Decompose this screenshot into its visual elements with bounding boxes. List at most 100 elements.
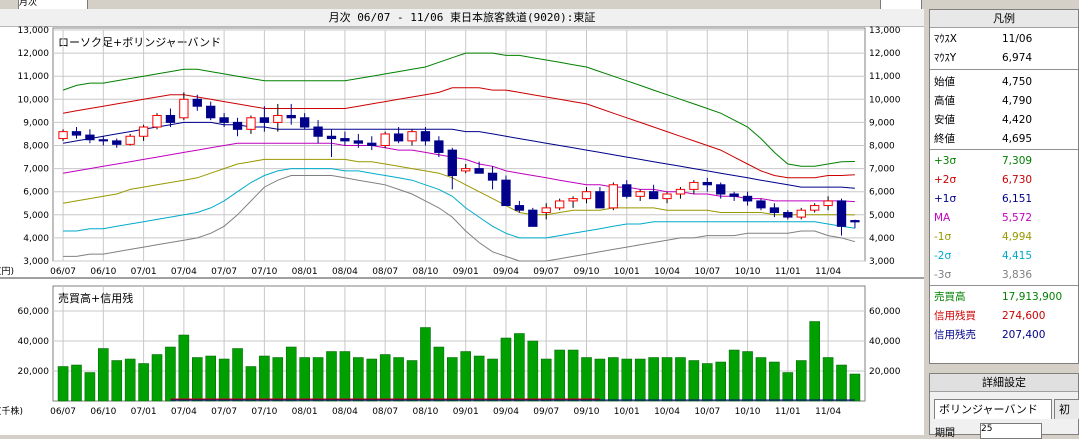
price-tick-right: 9,000	[869, 118, 895, 128]
volume-bar	[433, 346, 445, 402]
legend-header: 凡例	[930, 10, 1078, 28]
volume-bar	[111, 360, 123, 402]
price-tick-right: 8,000	[869, 142, 895, 152]
legend-row: +1σ 6,151	[930, 190, 1079, 209]
volume-bar	[540, 358, 552, 402]
legend-value: 4,994	[1002, 231, 1033, 243]
candle-body	[380, 133, 390, 146]
candle-body	[756, 200, 766, 209]
price-unit-label: (円)	[0, 266, 14, 277]
legend-key: 高値	[934, 95, 955, 107]
time-label-price: 08/01	[292, 267, 318, 277]
legend-value: 5,572	[1002, 212, 1033, 224]
price-tick-right: 10,000	[869, 95, 901, 105]
candle-body	[528, 209, 538, 227]
volume-unit-label: (千株)	[0, 405, 23, 417]
volume-bar	[514, 333, 525, 402]
volume-bar	[353, 357, 364, 402]
period-label: 期間	[935, 428, 955, 439]
price-tick-left: 13,000	[18, 26, 50, 36]
time-label-price: 09/01	[453, 267, 479, 277]
volume-bar	[782, 372, 794, 402]
volume-bar	[326, 351, 337, 402]
candle-body	[729, 193, 739, 197]
candle-body	[823, 200, 833, 207]
time-label-volume: 07/07	[211, 407, 237, 417]
volume-bar	[165, 346, 176, 402]
legend-row: 始値 4,750	[930, 73, 1079, 92]
candle-body	[783, 211, 793, 218]
detail-settings-header[interactable]: 詳細設定	[930, 374, 1078, 392]
legend-value: 4,415	[1002, 250, 1033, 262]
volume-bar	[299, 357, 310, 402]
candle-body	[796, 209, 806, 218]
volume-bar	[366, 358, 378, 402]
candle-body	[689, 181, 699, 190]
candle-body	[608, 184, 619, 209]
legend-key: +3σ	[934, 155, 957, 167]
time-label-volume: 07/01	[131, 407, 157, 417]
time-label-volume: 11/04	[815, 407, 841, 417]
period-select-value: 月次	[19, 0, 38, 8]
legend-key: 安値	[934, 114, 955, 126]
volume-bar	[312, 357, 324, 402]
candle-body	[635, 191, 645, 197]
volume-bar	[339, 351, 351, 402]
tab-initial[interactable]: 初期	[1054, 399, 1079, 419]
price-tick-left: 10,000	[18, 95, 50, 105]
time-label-price: 09/10	[574, 267, 600, 277]
legend-key: 信用残売	[934, 329, 976, 341]
tab-bollinger[interactable]: ボリンジャーバンド	[934, 399, 1052, 419]
candle-body	[742, 195, 753, 202]
candle-body	[232, 121, 243, 130]
legend-value: 274,600	[1002, 310, 1046, 322]
volume-bar	[379, 354, 391, 402]
candle-body	[541, 207, 551, 213]
volume-bar	[178, 334, 190, 402]
volume-bar	[675, 357, 686, 402]
volume-bar	[191, 357, 203, 402]
legend-value: 6,974	[1002, 52, 1033, 64]
candle-body	[367, 142, 377, 147]
period-input[interactable]: 25	[980, 423, 1042, 439]
volume-bar	[661, 357, 673, 402]
candle-body	[125, 135, 135, 145]
legend-panel: 凡例 ﾏｳｽX 11/06 ﾏｳｽY 6,974 始値 4,750 高値 4,790 安値 4,4…	[929, 9, 1079, 364]
candle-body	[246, 117, 256, 130]
chart-canvas[interactable]: 3,000 3,000 4,000 4,000 5,000 5,000 6,000 6,000…	[0, 26, 924, 435]
legend-row: 信用残買 274,600	[930, 307, 1079, 326]
candle-body	[595, 191, 605, 209]
volume-bar	[138, 363, 149, 402]
volume-bar	[554, 349, 565, 402]
legend-key: 終値	[934, 133, 955, 145]
candle-body	[769, 207, 780, 213]
candle-body	[58, 131, 68, 140]
volume-bar	[527, 340, 539, 402]
legend-row: -2σ 4,415	[930, 247, 1079, 266]
volume-bar	[755, 357, 767, 402]
candle-body	[353, 140, 363, 144]
candle-body	[85, 134, 95, 141]
candle-body	[420, 131, 431, 142]
legend-row: +2σ 6,730	[930, 171, 1079, 190]
time-label-volume: 08/10	[412, 407, 438, 417]
legend-value: 3,836	[1002, 269, 1033, 281]
volume-bar	[608, 357, 619, 402]
time-label-volume: 10/07	[694, 407, 720, 417]
legend-value: 6,151	[1002, 193, 1033, 205]
legend-key: +2σ	[934, 174, 957, 186]
volume-bar	[84, 372, 96, 402]
volume-bar	[581, 357, 592, 402]
volume-bar	[447, 357, 458, 402]
volume-bar	[232, 348, 243, 402]
time-label-volume: 09/04	[493, 407, 519, 417]
candle-body	[662, 193, 672, 200]
legend-separator	[930, 285, 1078, 286]
candle-body	[514, 205, 525, 211]
candle-body	[299, 117, 310, 128]
time-label-price: 07/07	[211, 267, 237, 277]
chart-title: 月次 06/07 - 11/06 東日本旅客鉄道(9020):東証	[0, 9, 924, 27]
volume-bar	[259, 355, 270, 402]
volume-bar	[218, 358, 230, 402]
price-tick-right: 11,000	[869, 72, 901, 82]
